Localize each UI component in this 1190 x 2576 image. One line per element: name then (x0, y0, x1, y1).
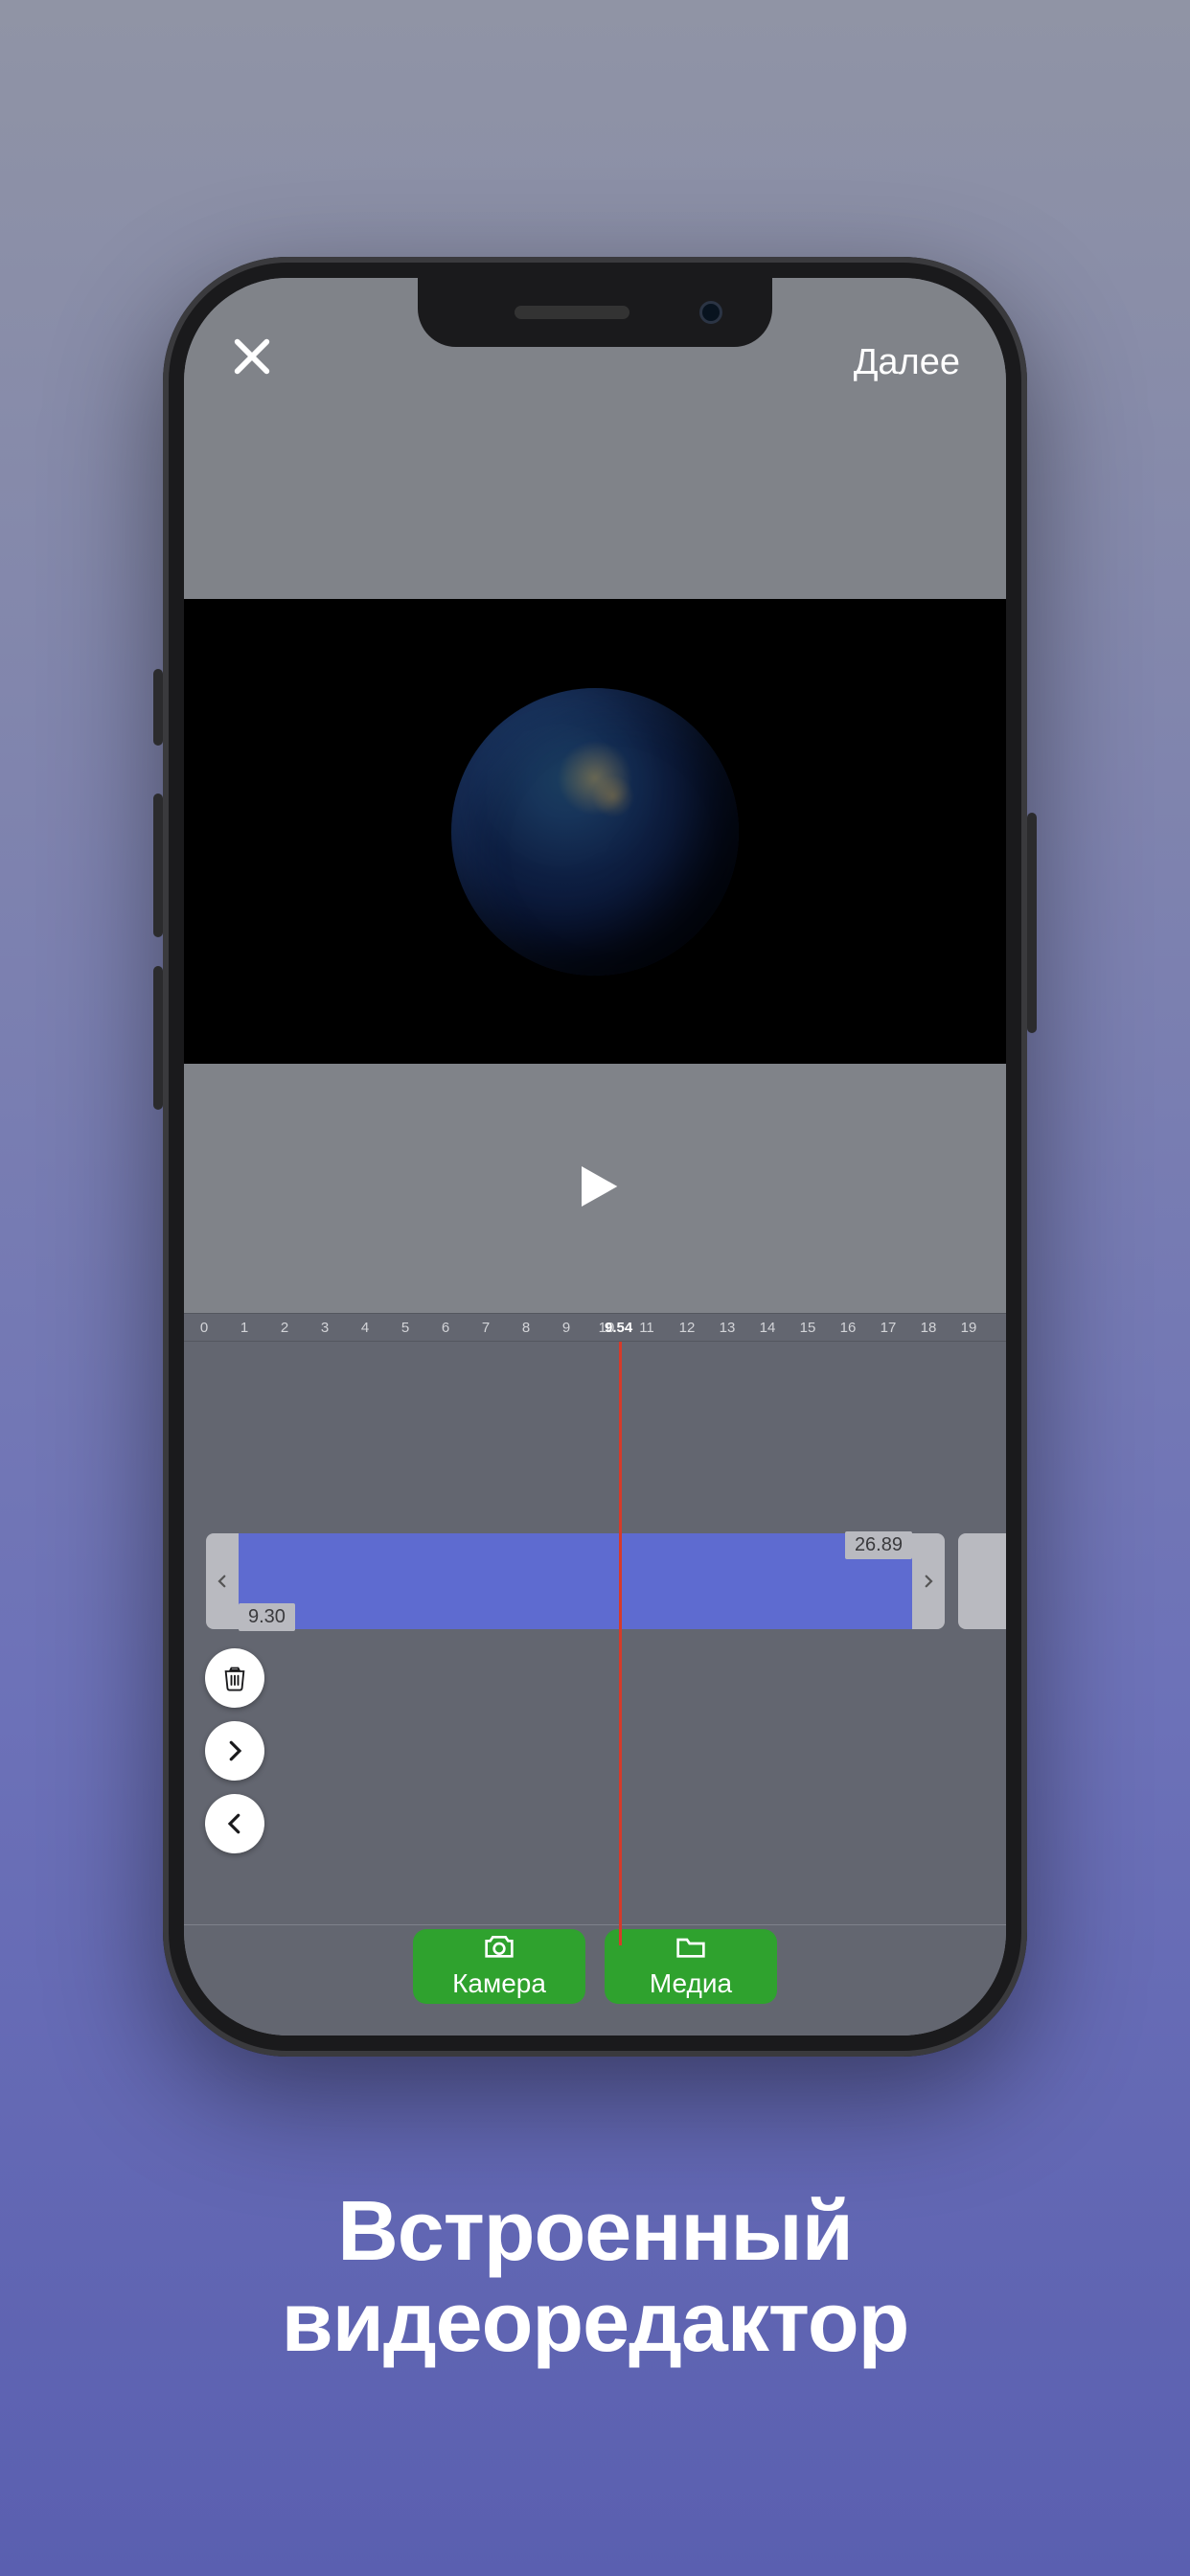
delete-button[interactable] (205, 1648, 264, 1708)
ruler-tick: 3 (305, 1320, 345, 1336)
preview-letterbox-bottom (184, 1064, 1006, 1313)
ruler-tick: 9 (546, 1320, 586, 1336)
clip-trim-right-handle[interactable] (912, 1533, 945, 1629)
clip-in-point: 9.30 (239, 1603, 295, 1631)
ruler-ticks: 012345678910111213141516171819 (184, 1314, 1006, 1341)
ruler-tick: 15 (788, 1320, 828, 1336)
next-button[interactable]: Далее (854, 342, 960, 383)
chevron-left-icon[interactable] (205, 1794, 264, 1853)
power-button (1027, 813, 1037, 1033)
camera-source-button[interactable]: Камера (413, 1929, 585, 2004)
front-camera (699, 301, 722, 324)
playhead-time: 9.54 (605, 1320, 632, 1336)
camera-label: Камера (452, 1968, 546, 1999)
video-clip[interactable]: 9.30 26.89 (239, 1533, 912, 1629)
ruler-tick: 8 (506, 1320, 546, 1336)
clip-trim-left-handle[interactable] (206, 1533, 239, 1629)
ruler-tick: 2 (264, 1320, 305, 1336)
earth-image (451, 688, 739, 976)
clip-lane: 9.30 26.89 (206, 1533, 1006, 1629)
ruler-tick: 11 (627, 1320, 667, 1336)
ruler-tick: 17 (868, 1320, 908, 1336)
volume-button (153, 966, 163, 1110)
timeline-area[interactable]: 9.30 26.89 (184, 1342, 1006, 2036)
ruler-tick: 5 (385, 1320, 425, 1336)
video-preview[interactable] (184, 599, 1006, 1064)
volume-button (153, 794, 163, 937)
clip-out-point: 26.89 (845, 1531, 912, 1559)
phone-notch (418, 278, 772, 347)
play-button[interactable] (568, 1160, 622, 1218)
camera-icon (484, 1935, 515, 1966)
next-clip-peek[interactable] (958, 1533, 1006, 1629)
ruler-tick: 4 (345, 1320, 385, 1336)
ruler-tick: 7 (466, 1320, 506, 1336)
ruler-tick: 19 (949, 1320, 989, 1336)
ruler-tick: 16 (828, 1320, 868, 1336)
ruler-tick: 0 (184, 1320, 224, 1336)
marketing-caption: Встроенный видеоредактор (0, 2185, 1190, 2367)
playhead[interactable] (619, 1342, 622, 1945)
source-buttons-row: Камера Медиа (184, 1924, 1006, 2016)
ruler-tick: 14 (747, 1320, 788, 1336)
phone-frame: Далее 012345678910111213141516171819 9.5… (163, 257, 1027, 2057)
ruler-tick: 12 (667, 1320, 707, 1336)
close-icon[interactable] (230, 334, 274, 383)
folder-icon (675, 1935, 706, 1966)
timeline-ruler[interactable]: 012345678910111213141516171819 9.54 (184, 1313, 1006, 1342)
caption-line-2: видеоредактор (0, 2276, 1190, 2367)
ruler-tick: 13 (707, 1320, 747, 1336)
ruler-tick: 6 (425, 1320, 466, 1336)
media-source-button[interactable]: Медиа (605, 1929, 777, 2004)
volume-button (153, 669, 163, 746)
media-label: Медиа (650, 1968, 732, 1999)
ruler-tick: 1 (224, 1320, 264, 1336)
phone-screen: Далее 012345678910111213141516171819 9.5… (184, 278, 1006, 2036)
floating-actions (205, 1648, 264, 1853)
caption-line-1: Встроенный (0, 2185, 1190, 2276)
ruler-tick: 18 (908, 1320, 949, 1336)
chevron-right-icon[interactable] (205, 1721, 264, 1781)
